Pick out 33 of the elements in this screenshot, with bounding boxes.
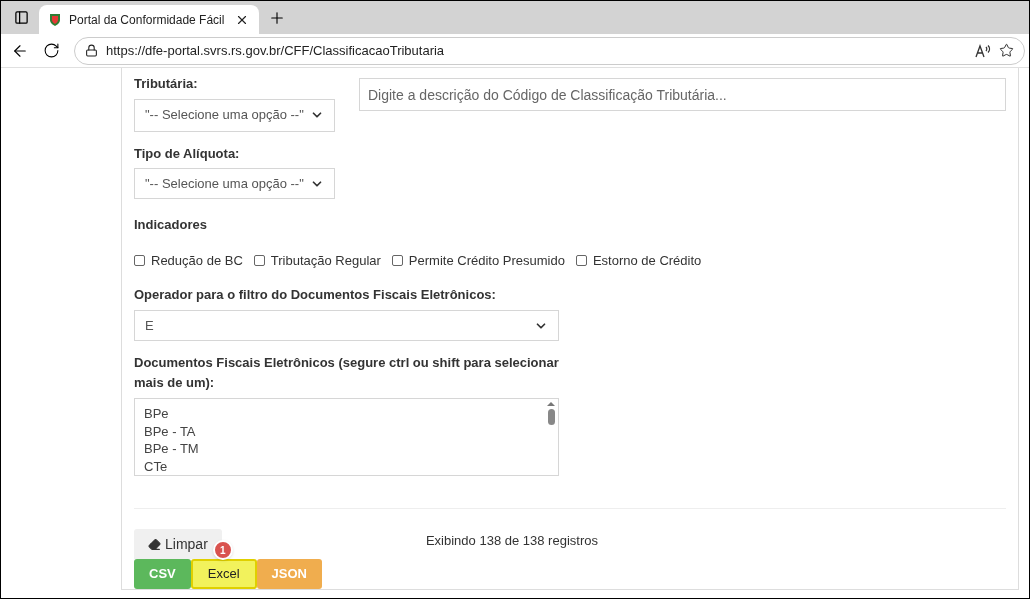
tab-title: Portal da Conformidade Fácil	[69, 11, 226, 29]
checkbox-label: Estorno de Crédito	[592, 251, 702, 270]
list-option[interactable]: BPe	[144, 405, 544, 423]
eraser-icon	[148, 537, 161, 551]
checkbox[interactable]	[253, 255, 265, 267]
sidebar-icon[interactable]	[13, 10, 29, 25]
operador-select[interactable]: E	[134, 309, 559, 342]
section-label: Indicadores	[134, 216, 208, 235]
export-button[interactable]: Excel	[190, 559, 257, 589]
checkbox-label: Redução de BC	[151, 251, 243, 270]
list-option[interactable]: BPe - TA	[144, 422, 544, 441]
field-label: Tipo de Alíquota:	[134, 144, 241, 163]
checkbox[interactable]	[391, 255, 403, 267]
checkbox[interactable]	[575, 255, 587, 267]
record-count: Exibindo 138 de 138 registros	[425, 532, 598, 550]
reload-icon[interactable]	[43, 42, 60, 59]
aliquota-select[interactable]: "-- Selecione uma opção --"	[134, 168, 335, 200]
field-label: Documentos Fiscais Eletrônicos (segure ctrl ou shift para selecionar mais de um):	[134, 354, 559, 393]
document-listbox[interactable]: BPe BPe - TA BPe - TM CTe	[134, 398, 559, 476]
read-aloud-icon[interactable]	[975, 43, 991, 58]
tributaria-select[interactable]: "-- Selecione uma opção --"	[134, 98, 335, 132]
checkbox[interactable]	[134, 255, 145, 267]
search-field[interactable]: Digite a descrição do Código de Classificação Tributária...	[359, 78, 1006, 111]
lock-icon	[85, 44, 98, 57]
star-icon[interactable]	[999, 43, 1014, 58]
checkbox-label: Permite Crédito Presumido	[408, 251, 565, 270]
list-option[interactable]: BPe - TM	[144, 440, 544, 458]
field-label: Tributária:	[134, 75, 199, 93]
browser-tab[interactable]: Portal da Conformidade Fácil	[39, 5, 259, 34]
list-option[interactable]: CTe	[144, 457, 544, 475]
shield-icon	[49, 13, 61, 26]
field-label: Operador para o filtro do Documentos Fiscais Eletrônicos:	[134, 286, 497, 305]
checkbox-label: Tributação Regular	[270, 251, 381, 270]
